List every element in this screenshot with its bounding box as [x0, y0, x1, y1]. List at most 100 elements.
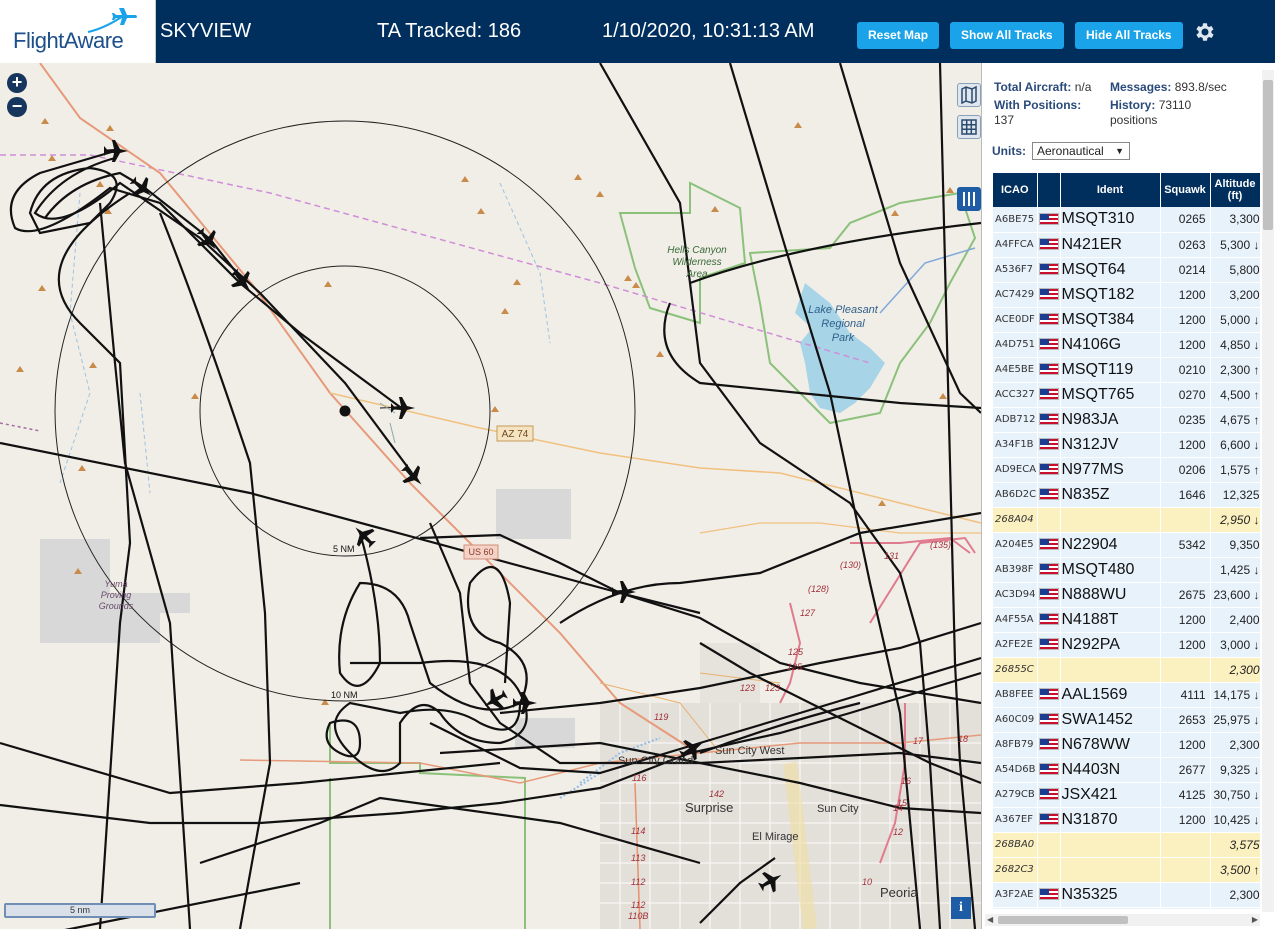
flag-cell [1037, 232, 1061, 258]
ident-cell [1060, 832, 1161, 858]
messages-label: Messages: [1110, 80, 1172, 94]
altitude-cell: 3,200 [1210, 282, 1260, 308]
table-row[interactable]: A43EA6 UAL128026038,325 ↓ [993, 907, 1260, 909]
table-row[interactable]: ACE0DF MSQT384 1200 5,000 ↓ [993, 307, 1260, 333]
icao-cell: 26855C [993, 657, 1038, 683]
zoom-out-button[interactable]: − [7, 97, 27, 117]
altitude-cell: 5,300 ↓ [1210, 232, 1260, 258]
us60-road [39, 63, 691, 749]
info-button[interactable]: i [951, 897, 971, 919]
with-positions-stat: With Positions: 137 [994, 98, 1081, 128]
altitude-cell: 9,325 ↓ [1210, 757, 1260, 783]
icao-cell: A54D6B [993, 757, 1038, 783]
table-row[interactable]: A4FFCA N421ER 0263 5,300 ↓ [993, 232, 1260, 258]
scrollbar-thumb[interactable] [1263, 80, 1273, 230]
label-lake-pleasant-3: Park [832, 332, 855, 344]
ident-cell: N977MS [1060, 457, 1161, 483]
us-flag-icon [1038, 563, 1059, 576]
table-row[interactable]: A3F2AE N35325 2,300 [993, 882, 1260, 908]
altitude-cell: 3,575 [1210, 832, 1260, 858]
horizontal-scrollbar[interactable]: ◀ ▶ [985, 914, 1260, 926]
table-row[interactable]: AD9ECA N977MS 0206 1,575 ↑ [993, 457, 1260, 483]
table-row[interactable]: 2682C3 3,500 ↑ [993, 857, 1260, 883]
squawk-cell: 0235 [1160, 407, 1211, 433]
squawk-cell [1160, 507, 1211, 533]
reset-map-button[interactable]: Reset Map [857, 22, 940, 49]
icao-cell: ACE0DF [993, 307, 1038, 333]
table-row[interactable]: 268BA0 3,575 [993, 832, 1260, 858]
map-view[interactable]: AZ 74 US 60 5 NM 10 NM Hells Canyon Wild… [0, 63, 981, 929]
flag-cell [1037, 857, 1061, 883]
route-119: 119 [654, 712, 668, 722]
table-row[interactable]: A34F1B N312JV 1200 6,600 ↓ [993, 432, 1260, 458]
table-row[interactable]: A8FB79 N678WW 1200 2,300 [993, 732, 1260, 758]
icao-cell: A4F55A [993, 607, 1038, 633]
col-squawk[interactable]: Squawk [1160, 173, 1211, 207]
table-row[interactable]: ACC327 MSQT765 0270 4,500 ↑ [993, 382, 1260, 408]
gear-icon[interactable] [1192, 20, 1216, 44]
messages-value: 893.8/sec [1174, 80, 1227, 94]
units-select[interactable]: Aeronautical ▼ [1032, 142, 1130, 160]
map-layers-button[interactable] [957, 83, 981, 107]
table-row[interactable]: 268A04 2,950 ↓ [993, 507, 1260, 533]
ident-cell: UAL1280 [1060, 907, 1161, 909]
columns-toggle-button[interactable] [957, 187, 981, 211]
show-all-tracks-button[interactable]: Show All Tracks [950, 22, 1064, 49]
table-row[interactable]: A6BE75 MSQT310 0265 3,300 [993, 207, 1260, 233]
table-row[interactable]: AC7429 MSQT182 1200 3,200 [993, 282, 1260, 308]
zoom-in-button[interactable]: + [7, 73, 27, 93]
scroll-right-icon[interactable]: ▶ [1252, 915, 1258, 924]
table-row[interactable]: A2FE2E N292PA 1200 3,000 ↓ [993, 632, 1260, 658]
table-row[interactable]: A536F7 MSQT64 0214 5,800 [993, 257, 1260, 283]
table-row[interactable]: AB6D2C N835Z 1646 12,325 [993, 482, 1260, 508]
hide-all-tracks-button[interactable]: Hide All Tracks [1075, 22, 1183, 49]
col-icao[interactable]: ICAO [993, 173, 1038, 207]
altitude-cell: 12,325 [1210, 482, 1260, 508]
table-row[interactable]: A4D751 N4106G 1200 4,850 ↓ [993, 332, 1260, 358]
col-flag[interactable] [1037, 173, 1061, 207]
vertical-scrollbar[interactable] [1262, 70, 1274, 912]
col-ident[interactable]: Ident [1060, 173, 1161, 207]
table-row[interactable]: A60C09 SWA1452 2653 25,975 ↓ [993, 707, 1260, 733]
table-row[interactable]: A4F55A N4188T 1200 2,400 [993, 607, 1260, 633]
us-flag-icon [1038, 488, 1059, 501]
flag-cell [1037, 707, 1061, 733]
squawk-cell: 0206 [1160, 457, 1211, 483]
ident-cell: MSQT182 [1060, 282, 1161, 308]
ident-cell: N421ER [1060, 232, 1161, 258]
table-row[interactable]: ADB712 N983JA 0235 4,675 ↑ [993, 407, 1260, 433]
flag-cell [1037, 582, 1061, 608]
icao-cell: A279CB [993, 782, 1038, 808]
history-stat: History: 73110 positions [1110, 98, 1191, 128]
table-row[interactable]: A367EF N31870 1200 10,425 ↓ [993, 807, 1260, 833]
icao-cell: AB398F [993, 557, 1038, 583]
table-row[interactable]: A4E5BE MSQT119 0210 2,300 ↑ [993, 357, 1260, 383]
history-value: 73110 [1158, 98, 1192, 112]
table-row[interactable]: 26855C 2,300 [993, 657, 1260, 683]
icao-cell: A60C09 [993, 707, 1038, 733]
flightaware-logo[interactable]: FlightAware [0, 0, 156, 63]
table-row[interactable]: A279CB JSX421 4125 30,750 ↓ [993, 782, 1260, 808]
river [879, 247, 976, 314]
route-110b: 110B [628, 911, 648, 921]
col-altitude[interactable]: Altitude (ft) [1210, 173, 1260, 207]
altitude-cell: 2,300 [1210, 732, 1260, 758]
table-row[interactable]: AB398F MSQT480 1,425 ↓ [993, 557, 1260, 583]
altitude-cell: 9,350 [1210, 532, 1260, 558]
scroll-left-icon[interactable]: ◀ [987, 915, 993, 924]
table-row[interactable]: AB8FEE AAL1569 4111 14,175 ↓ [993, 682, 1260, 708]
icao-cell: A43EA6 [993, 907, 1038, 909]
scrollbar-thumb[interactable] [998, 916, 1128, 924]
grid-toggle-button[interactable] [957, 115, 981, 139]
squawk-cell: 0210 [1160, 357, 1211, 383]
table-row[interactable]: A54D6B N4403N 2677 9,325 ↓ [993, 757, 1260, 783]
us-flag-icon [1038, 313, 1059, 326]
ident-cell [1060, 857, 1161, 883]
altitude-cell: 2,300 [1210, 882, 1260, 908]
squawk-cell: 2603 [1160, 907, 1211, 909]
aircraft-table-container[interactable]: ICAO Ident Squawk Altitude (ft) A6BE75 MS… [993, 173, 1260, 909]
ident-cell: MSQT384 [1060, 307, 1161, 333]
history-label: History: [1110, 98, 1156, 112]
table-row[interactable]: AC3D94 N888WU 2675 23,600 ↓ [993, 582, 1260, 608]
table-row[interactable]: A204E5 N22904 5342 9,350 [993, 532, 1260, 558]
